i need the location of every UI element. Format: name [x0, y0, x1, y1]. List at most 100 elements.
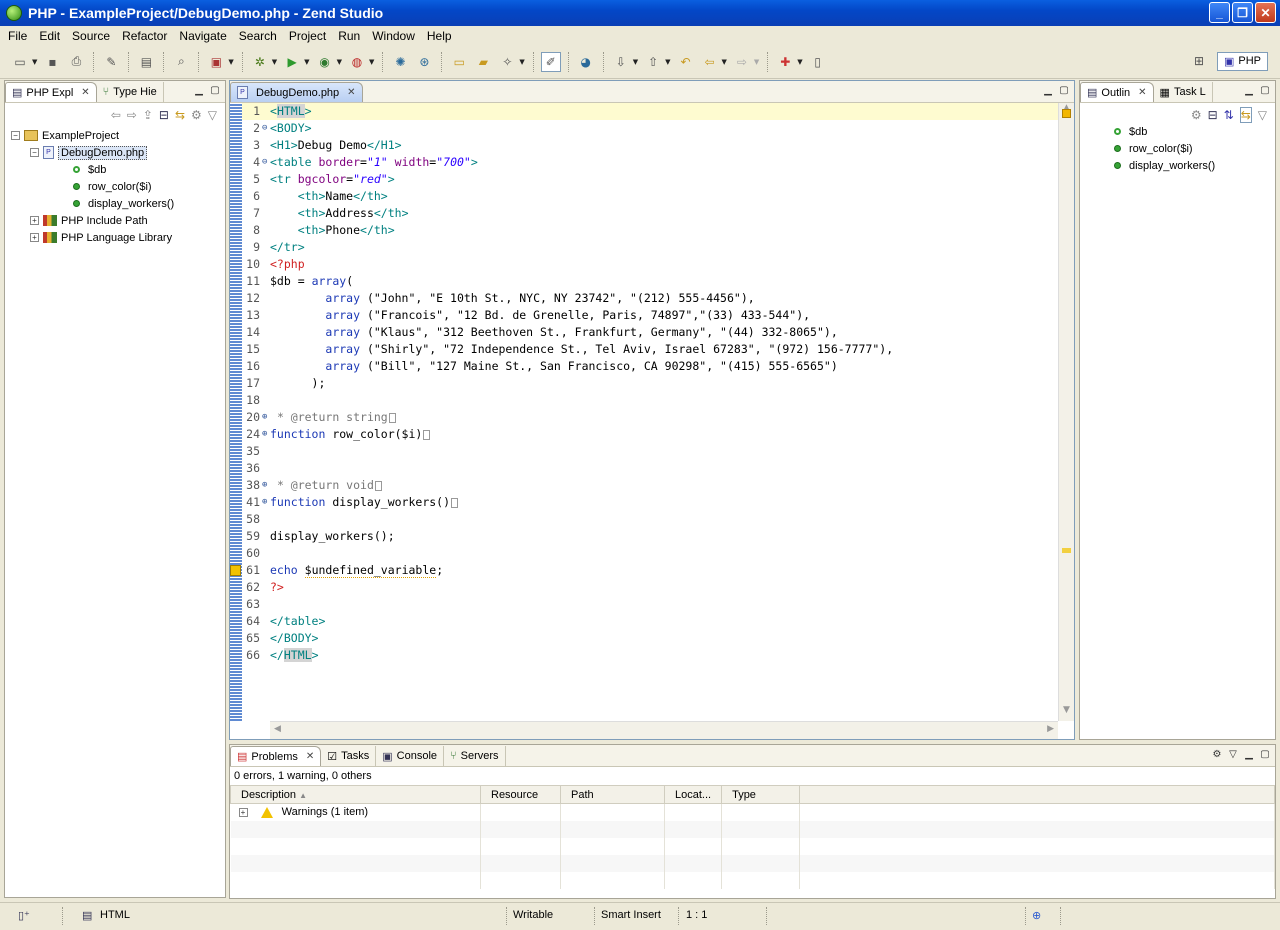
- code-line[interactable]: 18: [242, 392, 1058, 409]
- collapse-icon[interactable]: −: [11, 131, 20, 140]
- run-external-dropdown-icon[interactable]: ▼: [337, 58, 342, 66]
- filter-icon[interactable]: ⚙: [191, 108, 202, 122]
- code-line[interactable]: 9 </tr>: [242, 239, 1058, 256]
- collapse-icon[interactable]: −: [30, 148, 39, 157]
- link-with-editor-icon[interactable]: ⇆: [175, 108, 185, 122]
- menu-project[interactable]: Project: [283, 29, 332, 43]
- expand-fold-icon[interactable]: ⊕: [262, 409, 270, 426]
- code-lines[interactable]: 1 <HTML> 2 ⊖ <BODY> 3 <H1>Debug Demo</H1> 4 ⊖ <ta…: [230, 103, 1058, 664]
- collapse-fold-icon[interactable]: ⊖: [262, 120, 270, 137]
- globe-debug-icon[interactable]: ✺: [390, 52, 410, 72]
- code-line[interactable]: 63: [242, 596, 1058, 613]
- forward-icon[interactable]: ⇨: [127, 108, 137, 122]
- expand-icon[interactable]: +: [238, 808, 248, 818]
- expand-icon[interactable]: +: [30, 216, 39, 225]
- next-annotation-icon[interactable]: ⇩: [611, 52, 631, 72]
- column-resource[interactable]: Resource: [480, 785, 561, 804]
- filter-icon[interactable]: ⚙: [1191, 108, 1202, 122]
- code-line[interactable]: 16 array ("Bill", "127 Maine St., San Fr…: [242, 358, 1058, 375]
- tab-problems[interactable]: ▤ Problems ✕: [230, 746, 322, 766]
- new-php-file-icon[interactable]: ✎: [101, 52, 121, 72]
- code-line[interactable]: 3 <H1>Debug Demo</H1>: [242, 137, 1058, 154]
- tab-php-explorer[interactable]: ▤ PHP Expl ✕: [5, 82, 97, 102]
- maximize-icon[interactable]: ▢: [1058, 84, 1070, 96]
- code-line[interactable]: 64 </table>: [242, 613, 1058, 630]
- code-line[interactable]: 65 </BODY>: [242, 630, 1058, 647]
- previous-annotation-icon[interactable]: ⇧: [643, 52, 663, 72]
- expand-icon[interactable]: +: [30, 233, 39, 242]
- tab-task-list[interactable]: ▦ Task L: [1153, 82, 1213, 102]
- globe-profile-icon[interactable]: ⊛: [414, 52, 434, 72]
- collapse-all-icon[interactable]: ⊟: [1208, 108, 1218, 122]
- code-line[interactable]: 20 ⊕ * @return string: [242, 409, 1058, 426]
- close-button[interactable]: ✕: [1255, 2, 1276, 23]
- warning-marker-icon[interactable]: [1062, 548, 1071, 553]
- close-icon[interactable]: ✕: [81, 87, 89, 98]
- horizontal-scrollbar[interactable]: ◀ ▶: [270, 721, 1058, 739]
- expand-fold-icon[interactable]: ⊕: [262, 494, 270, 511]
- tree-item-include-path[interactable]: + PHP Include Path: [11, 212, 225, 229]
- tree-item-member[interactable]: display_workers(): [11, 195, 225, 212]
- tab-type-hierarchy[interactable]: ⑂ Type Hie: [96, 82, 164, 102]
- scroll-left-icon[interactable]: ◀: [274, 724, 281, 734]
- close-icon[interactable]: ✕: [1138, 87, 1146, 98]
- code-line[interactable]: 5 <tr bgcolor="red">: [242, 171, 1058, 188]
- maximize-icon[interactable]: ▢: [1259, 748, 1271, 760]
- menu-file[interactable]: File: [2, 29, 33, 43]
- code-line[interactable]: 15 array ("Shirly", "72 Independence St.…: [242, 341, 1058, 358]
- code-line[interactable]: 4 ⊖ <table border="1" width="700">: [242, 154, 1058, 171]
- new-icon[interactable]: ▭: [10, 52, 30, 72]
- web-browser-icon[interactable]: ◕: [576, 52, 596, 72]
- code-line[interactable]: 58: [242, 511, 1058, 528]
- code-line[interactable]: 24 ⊕ function row_color($i): [242, 426, 1058, 443]
- expand-fold-icon[interactable]: ⊕: [262, 426, 270, 443]
- debug-dropdown-icon[interactable]: ▼: [272, 58, 277, 66]
- code-line[interactable]: 2 ⊖ <BODY>: [242, 120, 1058, 137]
- code-line[interactable]: 14 array ("Klaus", "312 Beethoven St., F…: [242, 324, 1058, 341]
- save-icon[interactable]: ▪: [42, 52, 62, 72]
- code-line[interactable]: 35: [242, 443, 1058, 460]
- menu-source[interactable]: Source: [66, 29, 116, 43]
- menu-refactor[interactable]: Refactor: [116, 29, 173, 43]
- close-icon[interactable]: ✕: [306, 751, 314, 762]
- minimize-icon[interactable]: ▁: [1243, 84, 1255, 96]
- new-dropdown-icon[interactable]: ▼: [32, 58, 37, 66]
- update-icon[interactable]: ⊕: [1032, 909, 1041, 922]
- maximize-button[interactable]: ❐: [1232, 2, 1253, 23]
- profile-icon[interactable]: ▣: [206, 52, 226, 72]
- code-line[interactable]: 11 $db = array(: [242, 273, 1058, 290]
- open-perspective-icon[interactable]: ⊞: [1189, 51, 1209, 71]
- menu-window[interactable]: Window: [366, 29, 421, 43]
- code-line[interactable]: 66 </HTML>: [242, 647, 1058, 664]
- code-line[interactable]: 38 ⊕ * @return void: [242, 477, 1058, 494]
- code-line[interactable]: 41 ⊕ function display_workers(): [242, 494, 1058, 511]
- maximize-icon[interactable]: ▢: [209, 84, 221, 96]
- code-line[interactable]: 1 <HTML>: [242, 103, 1058, 120]
- stop-dropdown-icon[interactable]: ▼: [369, 58, 374, 66]
- print-icon[interactable]: ⎙: [66, 52, 86, 72]
- maximize-icon[interactable]: ▢: [1259, 84, 1271, 96]
- new-project-icon[interactable]: ▤: [136, 52, 156, 72]
- outline-item[interactable]: $db: [1114, 123, 1275, 140]
- back-icon[interactable]: ⇦: [111, 108, 121, 122]
- pin-icon[interactable]: ✚: [775, 52, 795, 72]
- tree-item-language-library[interactable]: + PHP Language Library: [11, 229, 225, 246]
- warning-marker-icon[interactable]: [230, 565, 241, 576]
- last-edit-location-icon[interactable]: ↶: [676, 52, 696, 72]
- code-line[interactable]: 6 <th>Name</th>: [242, 188, 1058, 205]
- filter-icon[interactable]: ⚙: [1211, 748, 1223, 760]
- debug-icon[interactable]: ✲: [250, 52, 270, 72]
- minimize-icon[interactable]: ▁: [1042, 84, 1054, 96]
- column-description[interactable]: Description ▲: [230, 785, 481, 804]
- code-line[interactable]: 7 <th>Address</th>: [242, 205, 1058, 222]
- minimize-button[interactable]: _: [1209, 2, 1230, 23]
- previous-annotation-dropdown-icon[interactable]: ▼: [665, 58, 670, 66]
- run-external-icon[interactable]: ◉: [315, 52, 335, 72]
- collapse-all-icon[interactable]: ⊟: [159, 108, 169, 122]
- tab-tasks[interactable]: ☑ Tasks: [321, 746, 377, 766]
- collapse-fold-icon[interactable]: ⊖: [262, 154, 270, 171]
- code-line[interactable]: 36: [242, 460, 1058, 477]
- menu-edit[interactable]: Edit: [33, 29, 66, 43]
- expand-fold-icon[interactable]: ⊕: [262, 477, 270, 494]
- column-path[interactable]: Path: [560, 785, 665, 804]
